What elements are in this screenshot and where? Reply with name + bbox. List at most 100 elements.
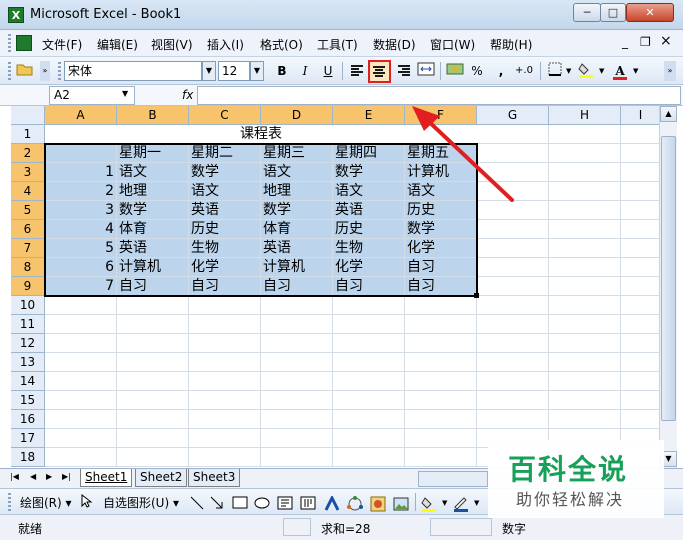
grid-cell[interactable] bbox=[261, 353, 333, 372]
row-header-18[interactable]: 18 bbox=[11, 448, 45, 467]
grid-cell[interactable] bbox=[405, 410, 477, 429]
rectangle-icon[interactable] bbox=[232, 496, 248, 513]
name-box-dropdown-icon[interactable]: ▼ bbox=[122, 89, 128, 98]
grid-cell[interactable] bbox=[333, 410, 405, 429]
fill-color-dropdown-icon[interactable]: ▼ bbox=[599, 67, 604, 75]
grid-cell[interactable] bbox=[477, 315, 549, 334]
grid-cell[interactable] bbox=[189, 429, 261, 448]
row-header-6[interactable]: 6 bbox=[11, 220, 45, 239]
doc-restore-button[interactable]: ❐ bbox=[640, 35, 651, 49]
line-color-icon[interactable] bbox=[452, 496, 470, 515]
grid-cell[interactable] bbox=[261, 315, 333, 334]
grid-cell[interactable] bbox=[477, 220, 549, 239]
grid-cell[interactable] bbox=[549, 277, 621, 296]
grid-cell[interactable] bbox=[189, 410, 261, 429]
tab-sheet2[interactable]: Sheet2 bbox=[135, 469, 188, 487]
font-name-combo[interactable]: 宋体 bbox=[64, 61, 202, 81]
menu-edit[interactable]: 编辑(E) bbox=[97, 36, 138, 53]
scroll-up-icon[interactable]: ▲ bbox=[660, 106, 677, 122]
grid-cell[interactable] bbox=[261, 448, 333, 467]
prev-sheet-icon[interactable]: ◀ bbox=[30, 472, 36, 481]
grid-cell[interactable] bbox=[405, 315, 477, 334]
grid-cell[interactable] bbox=[621, 296, 659, 315]
vertical-text-box-icon[interactable] bbox=[300, 496, 316, 513]
grid-cell[interactable] bbox=[477, 372, 549, 391]
drawing-grip[interactable] bbox=[8, 493, 11, 511]
grid-cell[interactable] bbox=[477, 258, 549, 277]
next-sheet-icon[interactable]: ▶ bbox=[46, 472, 52, 481]
minimize-button[interactable]: ─ bbox=[573, 3, 601, 22]
grid-cell[interactable] bbox=[549, 391, 621, 410]
insert-function-icon[interactable]: fx bbox=[182, 88, 193, 102]
vertical-scroll-thumb[interactable] bbox=[661, 136, 676, 421]
row-header-14[interactable]: 14 bbox=[11, 372, 45, 391]
grid-cell[interactable] bbox=[477, 239, 549, 258]
grid-cell[interactable] bbox=[117, 391, 189, 410]
row-header-16[interactable]: 16 bbox=[11, 410, 45, 429]
grid-cell[interactable] bbox=[621, 220, 659, 239]
italic-button[interactable]: I bbox=[295, 61, 315, 81]
first-sheet-icon[interactable]: |◀ bbox=[10, 472, 19, 481]
grid-cell[interactable] bbox=[189, 353, 261, 372]
wordart-icon[interactable] bbox=[324, 494, 340, 515]
draw-fill-dropdown-icon[interactable]: ▼ bbox=[442, 499, 447, 507]
last-sheet-icon[interactable]: ▶| bbox=[62, 472, 71, 481]
font-size-combo[interactable]: 12 bbox=[218, 61, 250, 81]
tab-sheet3[interactable]: Sheet3 bbox=[188, 469, 241, 487]
grid-cell[interactable] bbox=[45, 410, 117, 429]
column-header-f[interactable]: F bbox=[405, 106, 477, 125]
grid-cell[interactable] bbox=[621, 372, 659, 391]
autoshapes-menu-button[interactable]: 自选图形(U) ▾ bbox=[103, 494, 179, 511]
text-box-icon[interactable] bbox=[277, 496, 293, 513]
row-header-11[interactable]: 11 bbox=[11, 315, 45, 334]
menu-data[interactable]: 数据(D) bbox=[373, 36, 416, 53]
grid-cell[interactable] bbox=[477, 182, 549, 201]
row-header-10[interactable]: 10 bbox=[11, 296, 45, 315]
grid-cell[interactable] bbox=[621, 239, 659, 258]
grid-cell[interactable] bbox=[117, 353, 189, 372]
grid-cell[interactable] bbox=[117, 448, 189, 467]
menu-tools[interactable]: 工具(T) bbox=[317, 36, 358, 53]
vertical-scrollbar[interactable]: ▲ ▼ bbox=[659, 106, 677, 468]
column-header-h[interactable]: H bbox=[549, 106, 621, 125]
grid-cell[interactable] bbox=[405, 372, 477, 391]
grid-cell[interactable] bbox=[549, 144, 621, 163]
grid-cell[interactable] bbox=[405, 353, 477, 372]
grid-cell[interactable] bbox=[333, 372, 405, 391]
font-color-button[interactable]: A bbox=[610, 61, 630, 81]
grid-cell[interactable] bbox=[477, 391, 549, 410]
grid-cell[interactable] bbox=[261, 429, 333, 448]
menu-help[interactable]: 帮助(H) bbox=[490, 36, 532, 53]
grid-cell[interactable] bbox=[477, 277, 549, 296]
oval-icon[interactable] bbox=[254, 496, 270, 513]
grid-cell[interactable] bbox=[549, 239, 621, 258]
grid-cell[interactable] bbox=[117, 315, 189, 334]
grid-cell[interactable] bbox=[477, 296, 549, 315]
fill-handle[interactable] bbox=[474, 293, 479, 298]
grid-cell[interactable] bbox=[477, 410, 549, 429]
menu-file[interactable]: 文件(F) bbox=[42, 36, 82, 53]
grid-cell[interactable] bbox=[549, 163, 621, 182]
grid-cell[interactable] bbox=[549, 296, 621, 315]
grid-cell[interactable] bbox=[549, 315, 621, 334]
grid-cell[interactable] bbox=[117, 334, 189, 353]
grid-cell[interactable] bbox=[477, 163, 549, 182]
increase-decimal-button[interactable]: +.0 bbox=[512, 61, 536, 81]
row-header-3[interactable]: 3 bbox=[11, 163, 45, 182]
column-header-b[interactable]: B bbox=[117, 106, 189, 125]
fill-color-button[interactable] bbox=[576, 61, 596, 81]
align-right-button[interactable] bbox=[394, 61, 414, 81]
grid-cell[interactable] bbox=[621, 258, 659, 277]
grid-cell[interactable] bbox=[621, 163, 659, 182]
formula-input[interactable] bbox=[197, 86, 681, 105]
grid-cell[interactable] bbox=[45, 334, 117, 353]
select-all-corner[interactable] bbox=[11, 106, 45, 125]
horizontal-scrollbar[interactable] bbox=[418, 471, 488, 487]
font-size-dropdown-icon[interactable]: ▼ bbox=[250, 61, 264, 81]
grid-cell[interactable] bbox=[45, 353, 117, 372]
grid-cell[interactable] bbox=[189, 372, 261, 391]
grid-cell[interactable] bbox=[549, 353, 621, 372]
grid-cell[interactable] bbox=[45, 296, 117, 315]
grid-cell[interactable] bbox=[621, 201, 659, 220]
column-header-d[interactable]: D bbox=[261, 106, 333, 125]
